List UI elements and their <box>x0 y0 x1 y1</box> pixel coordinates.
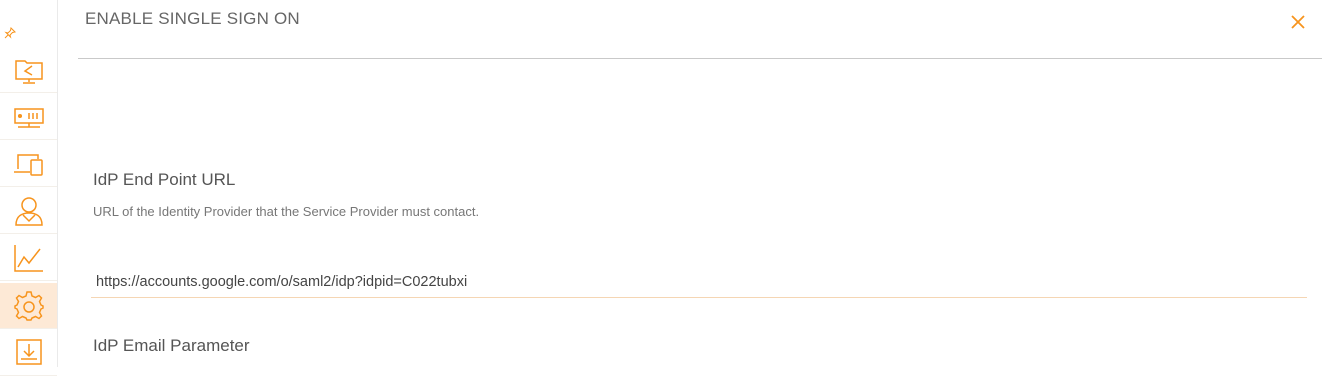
sso-dialog: ENABLE SINGLE SIGN ON IdP End Point URL … <box>59 0 1324 367</box>
sidebar-item-reports[interactable] <box>0 235 57 281</box>
idp-endpoint-url-input[interactable] <box>91 266 1307 298</box>
pin-icon[interactable] <box>3 26 17 40</box>
folder-share-icon <box>14 59 43 84</box>
download-icon <box>15 338 42 365</box>
user-icon <box>14 196 43 226</box>
sidebar-item-users[interactable] <box>0 188 57 234</box>
chart-line-icon <box>13 244 43 272</box>
sidebar-item-file-share[interactable] <box>0 47 57 93</box>
idp-endpoint-help: URL of the Identity Provider that the Se… <box>93 204 480 219</box>
header-divider <box>78 58 1322 59</box>
sidebar-item-devices[interactable] <box>0 141 57 187</box>
sidebar <box>0 0 58 376</box>
sidebar-item-downloads[interactable] <box>0 330 57 376</box>
devices-icon <box>13 153 43 176</box>
close-icon[interactable] <box>1288 12 1308 32</box>
settings-gear-icon <box>13 290 44 321</box>
sidebar-item-servers[interactable] <box>0 94 57 140</box>
server-icon <box>13 107 44 128</box>
idp-email-parameter-label: IdP Email Parameter <box>93 336 250 355</box>
dialog-title: ENABLE SINGLE SIGN ON <box>85 9 300 28</box>
sidebar-item-settings[interactable] <box>0 283 57 329</box>
idp-endpoint-label: IdP End Point URL <box>93 170 236 189</box>
